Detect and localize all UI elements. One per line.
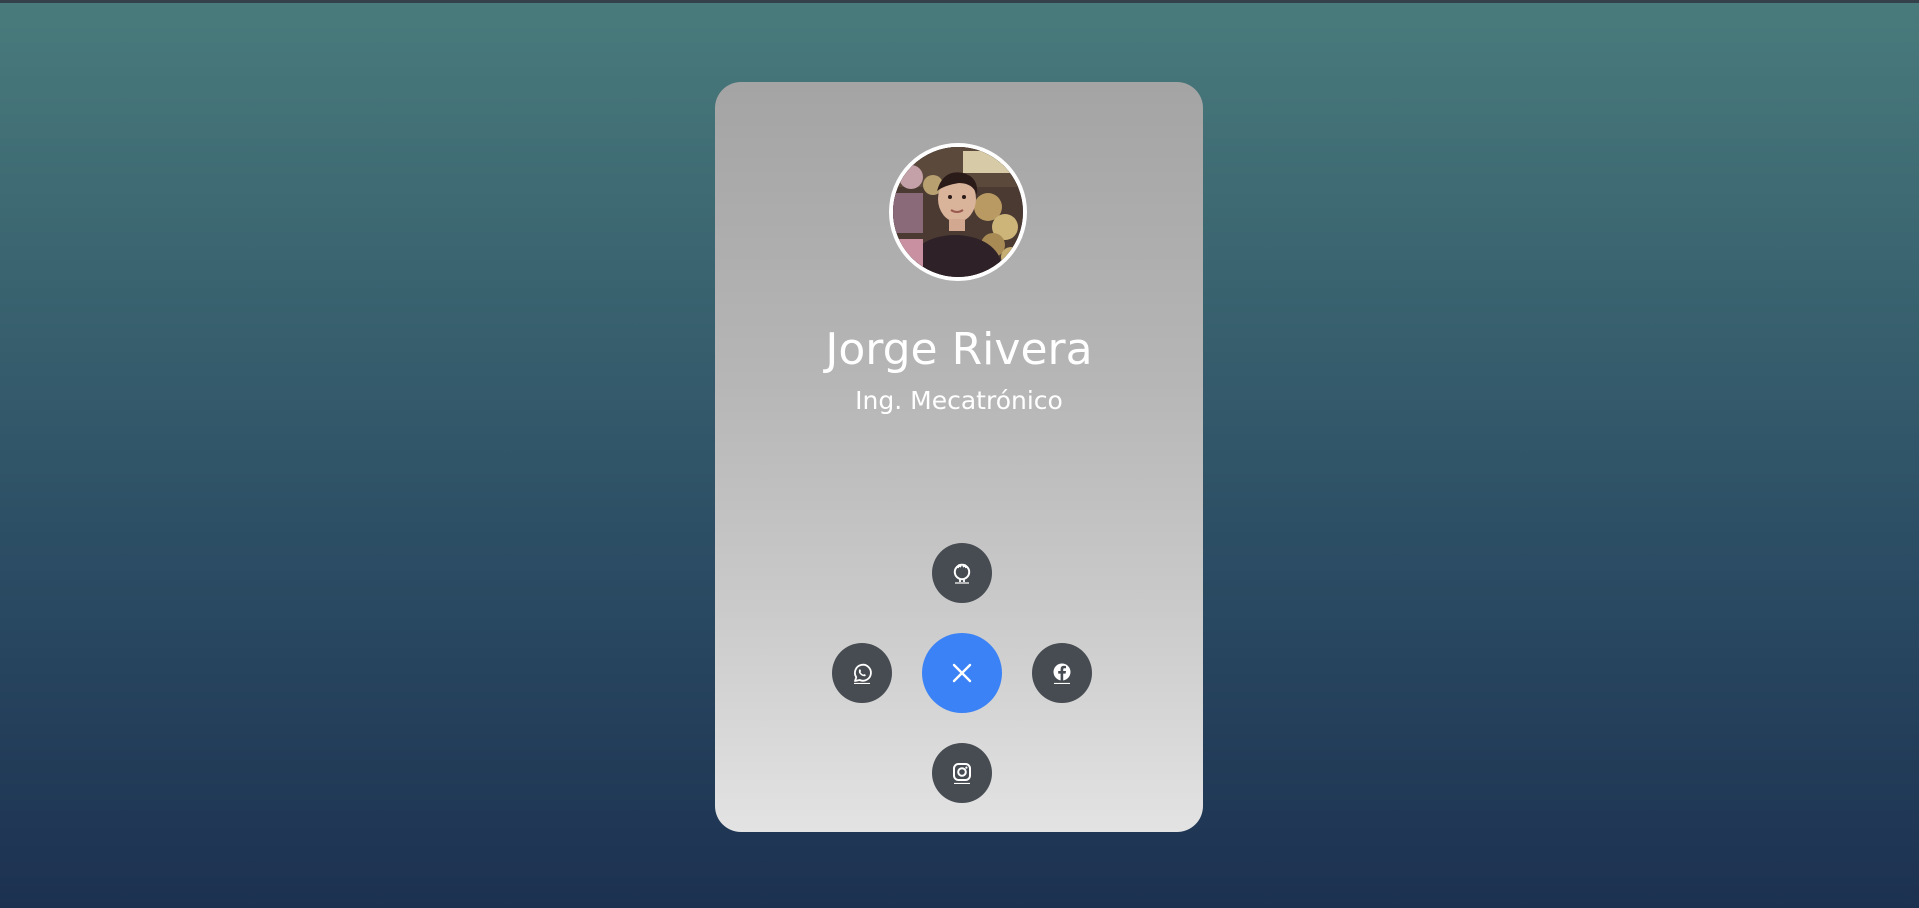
whatsapp-icon: [854, 663, 872, 684]
whatsapp-button[interactable]: [832, 643, 892, 703]
avatar: [889, 143, 1027, 281]
window-top-border: [0, 0, 1919, 3]
github-button[interactable]: [932, 543, 992, 603]
close-icon: [952, 663, 972, 683]
instagram-button[interactable]: [932, 743, 992, 803]
instagram-icon: [953, 763, 971, 784]
facebook-icon: [1053, 663, 1071, 684]
facebook-button[interactable]: [1032, 643, 1092, 703]
github-icon: [953, 563, 971, 584]
close-button[interactable]: [922, 633, 1002, 713]
profile-card: Jorge Rivera Ing. Mecatrónico: [715, 82, 1203, 832]
profile-name: Jorge Rivera: [825, 324, 1093, 375]
profile-role: Ing. Mecatrónico: [855, 386, 1063, 415]
avatar-photo: [893, 147, 1023, 277]
